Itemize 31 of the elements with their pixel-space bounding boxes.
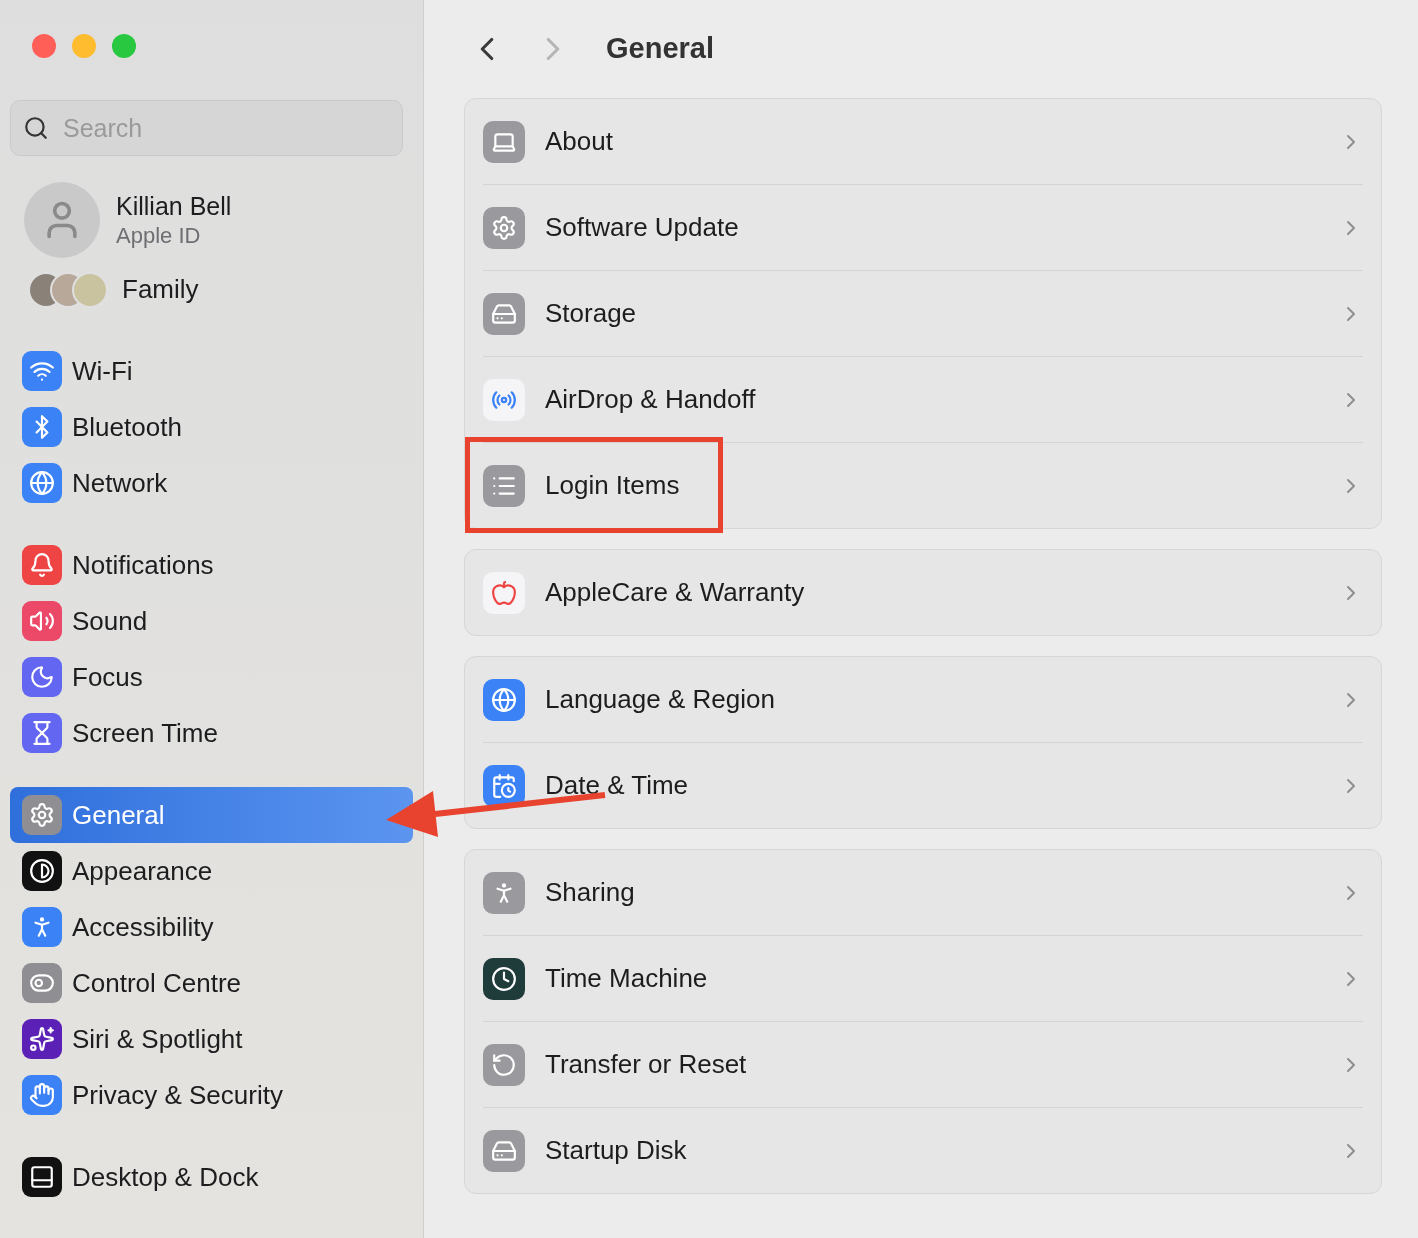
settings-row[interactable]: Time Machine	[483, 936, 1363, 1021]
sidebar-item[interactable]: Focus	[10, 649, 413, 705]
sidebar-item[interactable]: Appearance	[10, 843, 413, 899]
settings-row[interactable]: Date & Time	[483, 743, 1363, 828]
settings-row[interactable]: Sharing	[483, 850, 1363, 935]
family-label[interactable]: Family	[122, 270, 199, 309]
sidebar-item[interactable]: Desktop & Dock	[10, 1149, 413, 1205]
sidebar-item[interactable]: Bluetooth	[10, 399, 413, 455]
sidebar-item[interactable]: Privacy & Security	[10, 1067, 413, 1123]
settings-row[interactable]: Transfer or Reset	[483, 1022, 1363, 1107]
settings-row[interactable]: AirDrop & Handoff	[483, 357, 1363, 442]
search-field[interactable]: Search	[10, 100, 403, 156]
account-name[interactable]: Killian Bell	[116, 190, 232, 222]
sidebar-item[interactable]: Siri & Spotlight	[10, 1011, 413, 1067]
account-subtitle: Apple ID	[116, 222, 202, 250]
settings-row[interactable]: Storage	[483, 271, 1363, 356]
settings-row[interactable]: Language & Region	[483, 657, 1363, 742]
settings-row[interactable]: Software Update	[483, 185, 1363, 270]
sidebar-item[interactable]: Sound	[10, 593, 413, 649]
sidebar-item[interactable]: Screen Time	[10, 705, 413, 761]
settings-row[interactable]: Startup Disk	[483, 1108, 1363, 1193]
sidebar-item[interactable]: Accessibility	[10, 899, 413, 955]
settings-row[interactable]: Login Items	[483, 443, 1363, 528]
sidebar-item[interactable]: Wi-Fi	[10, 343, 413, 399]
page-title: General	[606, 31, 714, 67]
sidebar-item[interactable]: Control Centre	[10, 955, 413, 1011]
settings-row[interactable]: AppleCare & Warranty	[483, 550, 1363, 635]
sidebar-item[interactable]: General	[10, 787, 413, 843]
sidebar-item[interactable]: Notifications	[10, 537, 413, 593]
sidebar-item[interactable]: Network	[10, 455, 413, 511]
settings-row[interactable]: About	[483, 99, 1363, 184]
